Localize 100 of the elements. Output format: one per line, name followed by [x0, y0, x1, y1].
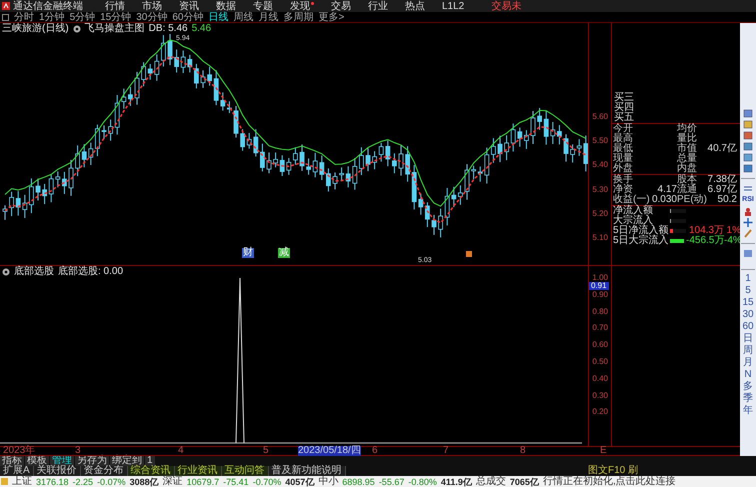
quote-label: 今开: [613, 124, 634, 134]
quote-label: 总量: [677, 154, 698, 164]
menu-item[interactable]: 市场: [142, 0, 162, 12]
bottom-tab[interactable]: 普及新功能说明: [268, 466, 346, 476]
period-button[interactable]: 多: [743, 382, 753, 394]
period-tab[interactable]: 15分钟: [100, 12, 132, 22]
candlestick: [2, 204, 8, 220]
person-icon[interactable]: [743, 207, 753, 216]
candlestick: [398, 145, 404, 176]
bottom-tab[interactable]: 综合资讯: [128, 466, 175, 476]
index-change: -2.25: [72, 476, 94, 486]
candlestick: [332, 172, 338, 190]
f10-link[interactable]: 图文F10 刷: [588, 466, 638, 476]
period-tab[interactable]: 60分钟: [172, 12, 204, 22]
menu-item[interactable]: L1L2: [442, 0, 464, 12]
flow-label: 5日净流入额: [613, 226, 670, 236]
event-marker[interactable]: 财: [242, 248, 254, 258]
quote-label: PE(动): [677, 195, 707, 205]
event-marker[interactable]: [466, 251, 472, 257]
move-icon[interactable]: [743, 218, 753, 227]
candlestick: [537, 107, 542, 130]
axis-label: 0.90: [592, 290, 608, 300]
gear-icon[interactable]: [72, 24, 81, 32]
period-tab[interactable]: 更多>: [318, 12, 344, 22]
candlestick: [134, 71, 140, 106]
candlestick: [168, 34, 172, 66]
period-button[interactable]: 30: [742, 310, 754, 322]
candlestick: [432, 214, 436, 236]
period-button[interactable]: N: [744, 370, 752, 382]
bottom-tab[interactable]: 行业资讯: [174, 466, 222, 476]
menu-item[interactable]: 行情: [105, 0, 125, 12]
menu-item[interactable]: 资讯: [179, 0, 199, 12]
period-button[interactable]: 季: [743, 394, 753, 406]
quote-value: 7.38亿: [707, 175, 737, 185]
period-button[interactable]: 60: [742, 322, 754, 334]
toolbar-icon[interactable]: [743, 184, 753, 193]
axis-label: 5.60: [592, 112, 608, 122]
toolbar-icon[interactable]: [743, 249, 753, 258]
candlestick: [102, 124, 106, 140]
index-amount: 411.9亿: [440, 476, 472, 486]
period-tab[interactable]: 日线: [208, 12, 228, 22]
quote-label: 流通: [677, 185, 697, 195]
app-title: 通达信金融终端: [13, 0, 83, 12]
period-button[interactable]: 月: [743, 358, 753, 370]
period-button[interactable]: 周: [743, 346, 753, 358]
date-label: 6: [372, 446, 378, 456]
menu-item[interactable]: 热点: [405, 0, 425, 12]
quote-label: 最高: [613, 134, 634, 144]
period-tab[interactable]: 分时: [14, 12, 34, 22]
date-label: 5: [263, 446, 269, 456]
candlestick: [194, 63, 199, 89]
bottom-tab[interactable]: 关联报价: [34, 466, 81, 476]
candlestick: [471, 165, 476, 180]
quote-value: 6.97亿: [707, 185, 737, 195]
candlestick: [464, 164, 470, 200]
period-tab[interactable]: 周线: [234, 12, 254, 22]
menu-item[interactable]: 数据: [216, 0, 236, 12]
period-button[interactable]: 1: [745, 274, 751, 286]
period-tab[interactable]: 5分钟: [70, 12, 96, 22]
axis-label: 0.40: [592, 374, 608, 384]
period-tab[interactable]: 1分钟: [39, 12, 65, 22]
bid-level: 买四: [613, 103, 635, 113]
axis-label: 0.30: [592, 390, 608, 401]
menu-item[interactable]: 交易: [331, 0, 351, 12]
indicator-name: 飞马操盘主图: [84, 24, 145, 34]
bottom-tab[interactable]: 扩展A: [0, 466, 34, 476]
menu-item[interactable]: 发现: [290, 0, 314, 12]
menu-item[interactable]: 行业: [368, 0, 388, 12]
index-name: 深证: [162, 476, 183, 486]
trade-status[interactable]: 交易未: [491, 0, 522, 12]
index-amount: 3088亿: [130, 476, 159, 486]
date-label: 8: [520, 446, 526, 456]
connection-message[interactable]: 行情正在初始化,点击此处连接: [542, 476, 676, 486]
candlestick: [359, 146, 364, 176]
candlestick: [306, 158, 311, 176]
period-tab[interactable]: 多周期: [284, 12, 314, 22]
quote-value: 40.7亿: [707, 144, 737, 154]
axis-label: 5.30: [592, 184, 608, 195]
gear-icon[interactable]: [2, 268, 10, 276]
menu-item[interactable]: 专题: [253, 0, 273, 12]
pencil-icon[interactable]: [743, 229, 753, 238]
period-button[interactable]: 日: [743, 334, 753, 346]
period-tab[interactable]: 30分钟: [136, 12, 168, 22]
candlestick: [326, 168, 331, 192]
bottom-tab[interactable]: 资金分布: [80, 466, 128, 476]
flow-value: 104.3万: [688, 226, 724, 236]
period-button[interactable]: 年: [743, 406, 753, 418]
bottom-tab[interactable]: 互动问答: [222, 466, 269, 476]
period-button[interactable]: 5: [745, 286, 751, 298]
axis-label: 5.10: [592, 233, 608, 243]
candlestick: [557, 124, 562, 145]
period-button[interactable]: 15: [742, 298, 754, 310]
date-label: 2023年: [3, 446, 36, 456]
period-tab[interactable]: 月线: [258, 12, 278, 22]
quote-label: 量比: [677, 134, 698, 144]
box-icon[interactable]: [2, 14, 9, 21]
candlestick: [498, 135, 502, 163]
index-value: 10679.7: [186, 476, 220, 486]
candlestick: [564, 134, 568, 162]
toolbar-button[interactable]: 1: [145, 456, 155, 466]
